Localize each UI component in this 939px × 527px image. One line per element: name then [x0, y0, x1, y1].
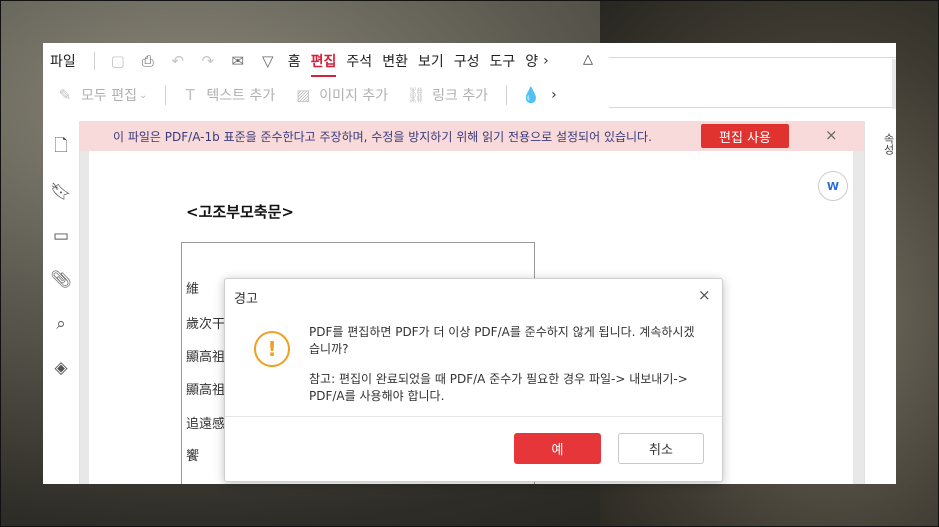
tab-view[interactable]: 보기 — [418, 51, 444, 71]
document-line: 歲次干 — [186, 317, 226, 332]
chevron-down-icon[interactable]: ▽ — [257, 50, 279, 72]
close-icon[interactable]: × — [825, 126, 838, 144]
warning-icon: ! — [254, 331, 290, 367]
menu-file[interactable]: 파일 — [50, 51, 76, 71]
ribbon-empty-area — [609, 43, 896, 109]
scrollbar[interactable] — [892, 59, 896, 109]
save-icon[interactable]: ▢ — [107, 50, 129, 72]
dialog-message: PDF를 편집하면 PDF가 더 이상 PDF/A를 준수하지 않게 됩니다. … — [309, 325, 695, 356]
page-icon[interactable]: 🗋 — [47, 133, 75, 161]
confirm-button[interactable]: 예 — [514, 433, 601, 464]
enable-edit-button[interactable]: 편집 사용 — [701, 124, 789, 148]
divider — [93, 52, 95, 70]
right-panel: 속성 — [864, 121, 896, 484]
tab-organize[interactable]: 구성 — [454, 51, 480, 71]
banner-message: 이 파일은 PDF/A-1b 표준을 준수한다고 주장하며, 수정을 방지하기 … — [113, 130, 652, 144]
watermark-button[interactable]: 💧 — [521, 85, 547, 105]
edit-all-button[interactable]: ✎ 모두 편집 ⌄ — [55, 85, 148, 105]
attachment-icon[interactable]: 📎︎ — [47, 266, 75, 294]
close-icon[interactable]: × — [698, 286, 711, 304]
chevron-right-icon[interactable]: › — [543, 53, 549, 69]
document-line: 顯高祖 — [186, 350, 226, 365]
document-line: 饗 — [186, 449, 200, 464]
divider — [506, 85, 508, 105]
add-link-label: 링크 추가 — [432, 88, 489, 104]
add-text-button[interactable]: T 텍스트 추가 — [180, 85, 275, 105]
add-link-button[interactable]: ⛓ 링크 추가 — [406, 85, 489, 105]
add-text-label: 텍스트 추가 — [206, 88, 276, 104]
warning-dialog: 경고 × ! PDF를 편집하면 PDF가 더 이상 PDF/A를 준수하지 않… — [224, 278, 723, 482]
properties-label[interactable]: 속성 — [880, 133, 896, 155]
chevron-down-icon: ⌄ — [138, 89, 148, 101]
tab-home[interactable]: 홈 — [288, 51, 301, 71]
tab-convert[interactable]: 변환 — [382, 51, 408, 71]
menu-bar: 파일 ▢ ⎙ ↶ ↷ ✉ ▽ 홈 편집 주석 변환 보기 구성 도구 양 › — [43, 43, 609, 79]
chevron-right-icon[interactable]: › — [551, 87, 557, 103]
dialog-title: 경고 — [234, 292, 258, 307]
tab-comment[interactable]: 주석 — [346, 51, 372, 71]
mail-icon[interactable]: ✉ — [227, 50, 249, 72]
document-line: 維 — [186, 282, 200, 297]
bookmark-icon[interactable]: 🔖︎ — [47, 178, 75, 206]
tab-form[interactable]: 양 — [525, 51, 538, 71]
search-icon[interactable]: ⌕ — [47, 310, 75, 338]
dialog-note: 참고: 편집이 완료되었을 때 PDF/A 준수가 필요한 경우 파일-> 내보… — [309, 372, 688, 403]
divider — [165, 85, 167, 105]
collapse-ribbon-icon[interactable]: △ — [583, 52, 593, 67]
watermark-icon: 💧 — [521, 86, 541, 104]
print-icon[interactable]: ⎙ — [137, 50, 159, 72]
pdfa-banner: 이 파일은 PDF/A-1b 표준을 준수한다고 주장하며, 수정을 방지하기 … — [80, 121, 864, 151]
divider — [609, 57, 896, 58]
tab-tools[interactable]: 도구 — [489, 51, 515, 71]
convert-to-word-icon[interactable]: W — [818, 171, 848, 201]
left-sidebar: 🗋 🔖︎ ▭ 📎︎ ⌕ ◈ — [43, 121, 80, 484]
undo-icon[interactable]: ↶ — [167, 50, 189, 72]
divider — [609, 107, 896, 108]
text-box-icon: T — [185, 86, 195, 104]
divider — [225, 416, 722, 417]
cancel-button[interactable]: 취소 — [618, 433, 704, 464]
layers-icon[interactable]: ◈ — [47, 354, 75, 382]
document-line: 追遠感 — [186, 417, 226, 432]
redo-icon[interactable]: ↷ — [197, 50, 219, 72]
comment-icon[interactable]: ▭ — [47, 222, 75, 250]
document-line: 顯高祖 — [186, 383, 226, 398]
document-title: <고조부모축문> — [186, 203, 294, 221]
edit-all-label: 모두 편집 — [81, 88, 137, 104]
edit-pencil-icon: ✎ — [58, 86, 72, 104]
add-image-button[interactable]: ▨ 이미지 추가 — [293, 85, 388, 105]
edit-toolbar: ✎ 모두 편집 ⌄ T 텍스트 추가 ▨ 이미지 추가 ⛓ 링크 추가 💧 › — [43, 79, 609, 111]
image-icon: ▨ — [296, 86, 311, 104]
add-image-label: 이미지 추가 — [319, 88, 389, 104]
tab-edit[interactable]: 편집 — [310, 51, 336, 77]
link-icon: ⛓ — [406, 86, 426, 104]
